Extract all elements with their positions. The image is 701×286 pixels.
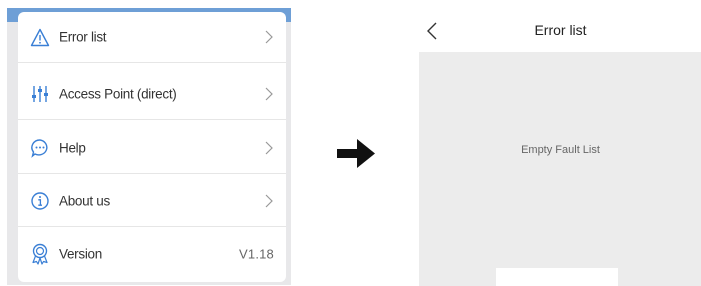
menu-item-error-list[interactable]: Error list — [18, 12, 286, 63]
empty-state-message: Empty Fault List — [521, 144, 600, 156]
chevron-right-icon — [264, 193, 274, 209]
menu-item-label: Access Point (direct) — [59, 86, 177, 102]
warning-triangle-icon — [29, 26, 51, 48]
bottom-bar — [496, 268, 618, 286]
info-circle-icon — [29, 190, 51, 212]
settings-screen: Error list Access Point (direct) Help Ab… — [7, 8, 291, 285]
fault-list-area: Empty Fault List — [419, 52, 701, 286]
badge-icon — [29, 243, 51, 265]
chevron-right-icon — [264, 86, 274, 102]
right-arrow-icon — [337, 134, 377, 174]
version-value: V1.18 — [239, 246, 274, 262]
menu-item-label: Help — [59, 140, 86, 156]
settings-menu: Error list Access Point (direct) Help Ab… — [18, 12, 286, 282]
comparison-stage: Error list Access Point (direct) Help Ab… — [0, 0, 701, 286]
menu-item-label: Version — [59, 246, 102, 262]
menu-item-version: Version V1.18 — [18, 229, 286, 279]
menu-item-access-point[interactable]: Access Point (direct) — [18, 69, 286, 120]
chevron-right-icon — [264, 29, 274, 45]
menu-item-about-us[interactable]: About us — [18, 176, 286, 227]
navigation-header: Error list — [419, 8, 701, 52]
menu-item-label: About us — [59, 193, 110, 209]
error-list-screen: Error list Empty Fault List — [419, 8, 701, 286]
page-title: Error list — [534, 22, 587, 38]
menu-item-label: Error list — [59, 29, 107, 45]
chat-bubble-icon — [29, 137, 51, 159]
chevron-right-icon — [264, 140, 274, 156]
sliders-icon — [29, 83, 51, 105]
menu-item-help[interactable]: Help — [18, 123, 286, 174]
